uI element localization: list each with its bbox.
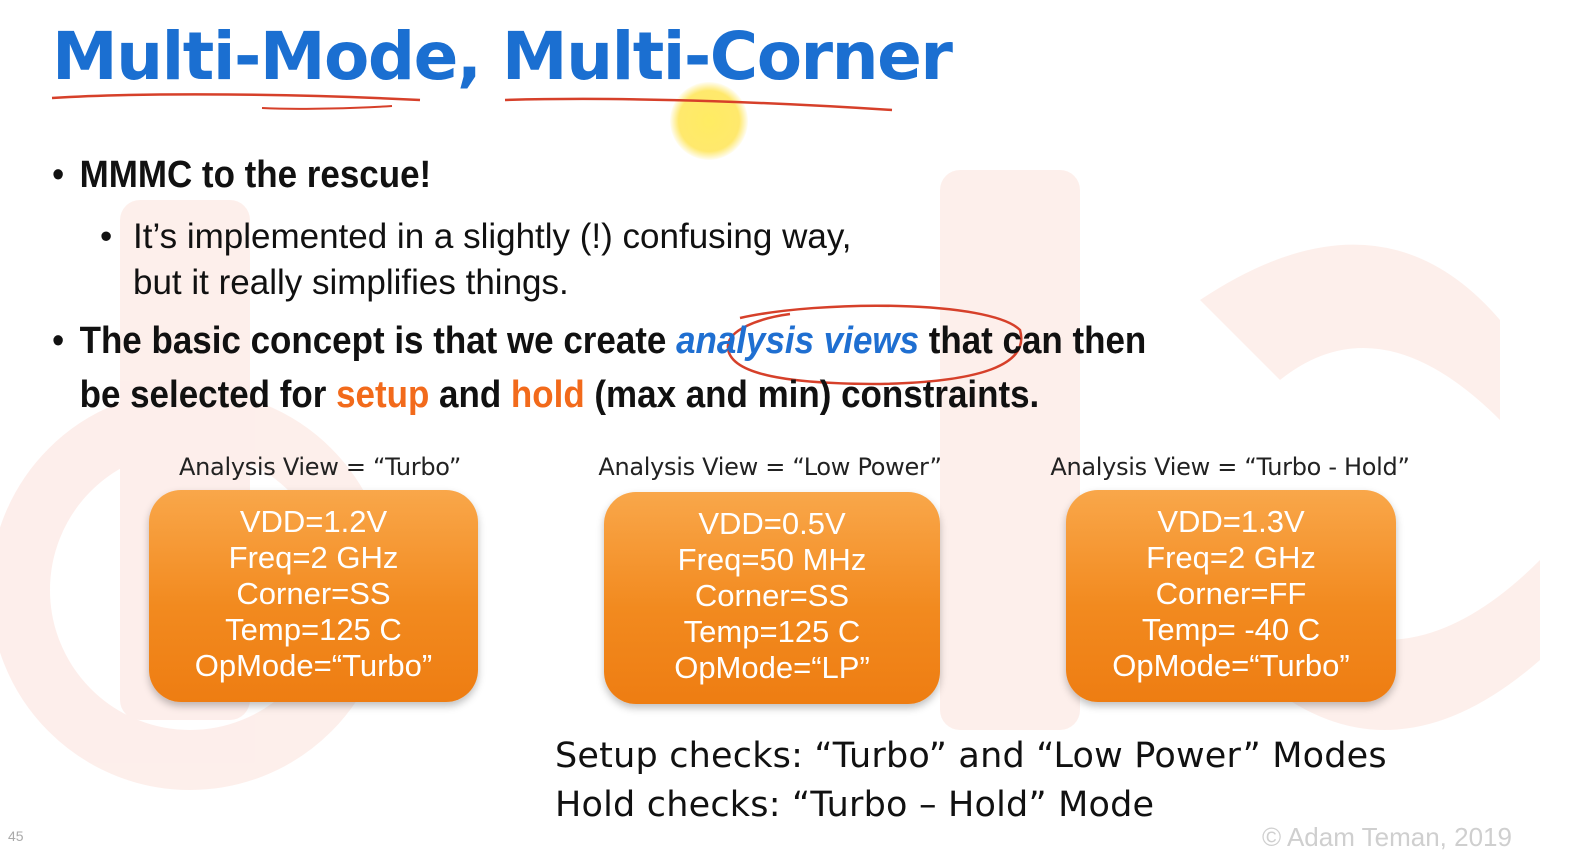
sub-bullet-line2: but it really simplifies things.	[133, 263, 569, 302]
concept-line2-text-2: (max and min) constraints.	[584, 374, 1040, 416]
sub-bullet-line1: It’s implemented in a slightly (!) confu…	[133, 217, 852, 256]
copyright-text: © Adam Teman, 2019	[1262, 822, 1512, 852]
temp-value: Temp= -40 C	[1141, 612, 1321, 647]
freq-value: Freq=2 GHz	[1146, 540, 1316, 575]
temp-value: Temp=125 C	[683, 614, 861, 649]
freq-value: Freq=50 MHz	[677, 542, 867, 577]
laser-pointer	[670, 82, 748, 160]
vdd-value: VDD=1.2V	[239, 504, 388, 539]
concept-text-1: The basic concept is that we create	[79, 320, 677, 362]
concept-text-2: that can then	[919, 320, 1147, 362]
corner-value: Corner=SS	[236, 576, 391, 611]
view-label-low-power: Analysis View = “Low Power”	[598, 453, 942, 481]
setup-checks-text: Setup checks: “Turbo” and “Low Power” Mo…	[555, 736, 1387, 776]
corner-value: Corner=SS	[694, 578, 850, 613]
slide-title: Multi-Mode, Multi-Corner	[52, 18, 953, 95]
concept-line2-text-1: be selected for	[79, 374, 337, 416]
opmode-value: OpMode=“Turbo”	[194, 648, 433, 683]
opmode-value: OpMode=“LP”	[674, 650, 870, 685]
bullet-concept: • The basic concept is that we create ana…	[52, 314, 1340, 422]
view-box-turbo-hold: VDD=1.3V Freq=2 GHz Corner=FF Temp= -40 …	[1066, 490, 1396, 702]
opmode-value: OpMode=“Turbo”	[1112, 648, 1350, 683]
concept-and: and	[429, 374, 511, 416]
underline-multi-mode-2	[261, 105, 393, 110]
bullet-mmmc: • MMMC to the rescue!	[52, 148, 431, 202]
sub-bullet-dot: •	[100, 217, 113, 256]
sub-bullet-confusing: • It’s implemented in a slightly (!) conf…	[100, 214, 851, 306]
view-label-turbo-hold: Analysis View = “Turbo - Hold”	[1050, 453, 1410, 481]
slide-number: 45	[8, 828, 24, 844]
concept-line2: be selected for setup and hold (max and …	[52, 368, 1340, 422]
freq-value: Freq=2 GHz	[228, 540, 399, 575]
vdd-value: VDD=1.3V	[1157, 504, 1305, 539]
view-box-turbo: VDD=1.2V Freq=2 GHz Corner=SS Temp=125 C…	[149, 490, 478, 702]
analysis-views-highlight: analysis views	[676, 320, 920, 362]
checks-summary: Setup checks: “Turbo” and “Low Power” Mo…	[555, 732, 1387, 830]
bullet-dot: •	[52, 320, 65, 362]
setup-highlight: setup	[336, 374, 430, 416]
bullet-mmmc-text: MMMC to the rescue!	[79, 154, 432, 196]
vdd-value: VDD=0.5V	[698, 506, 846, 541]
underline-multi-mode	[51, 93, 421, 102]
temp-value: Temp=125 C	[225, 612, 402, 647]
corner-value: Corner=FF	[1155, 576, 1307, 611]
view-box-low-power: VDD=0.5V Freq=50 MHz Corner=SS Temp=125 …	[604, 492, 940, 704]
hold-highlight: hold	[510, 374, 585, 416]
view-label-turbo: Analysis View = “Turbo”	[179, 453, 461, 481]
bullet-dot: •	[52, 154, 65, 196]
